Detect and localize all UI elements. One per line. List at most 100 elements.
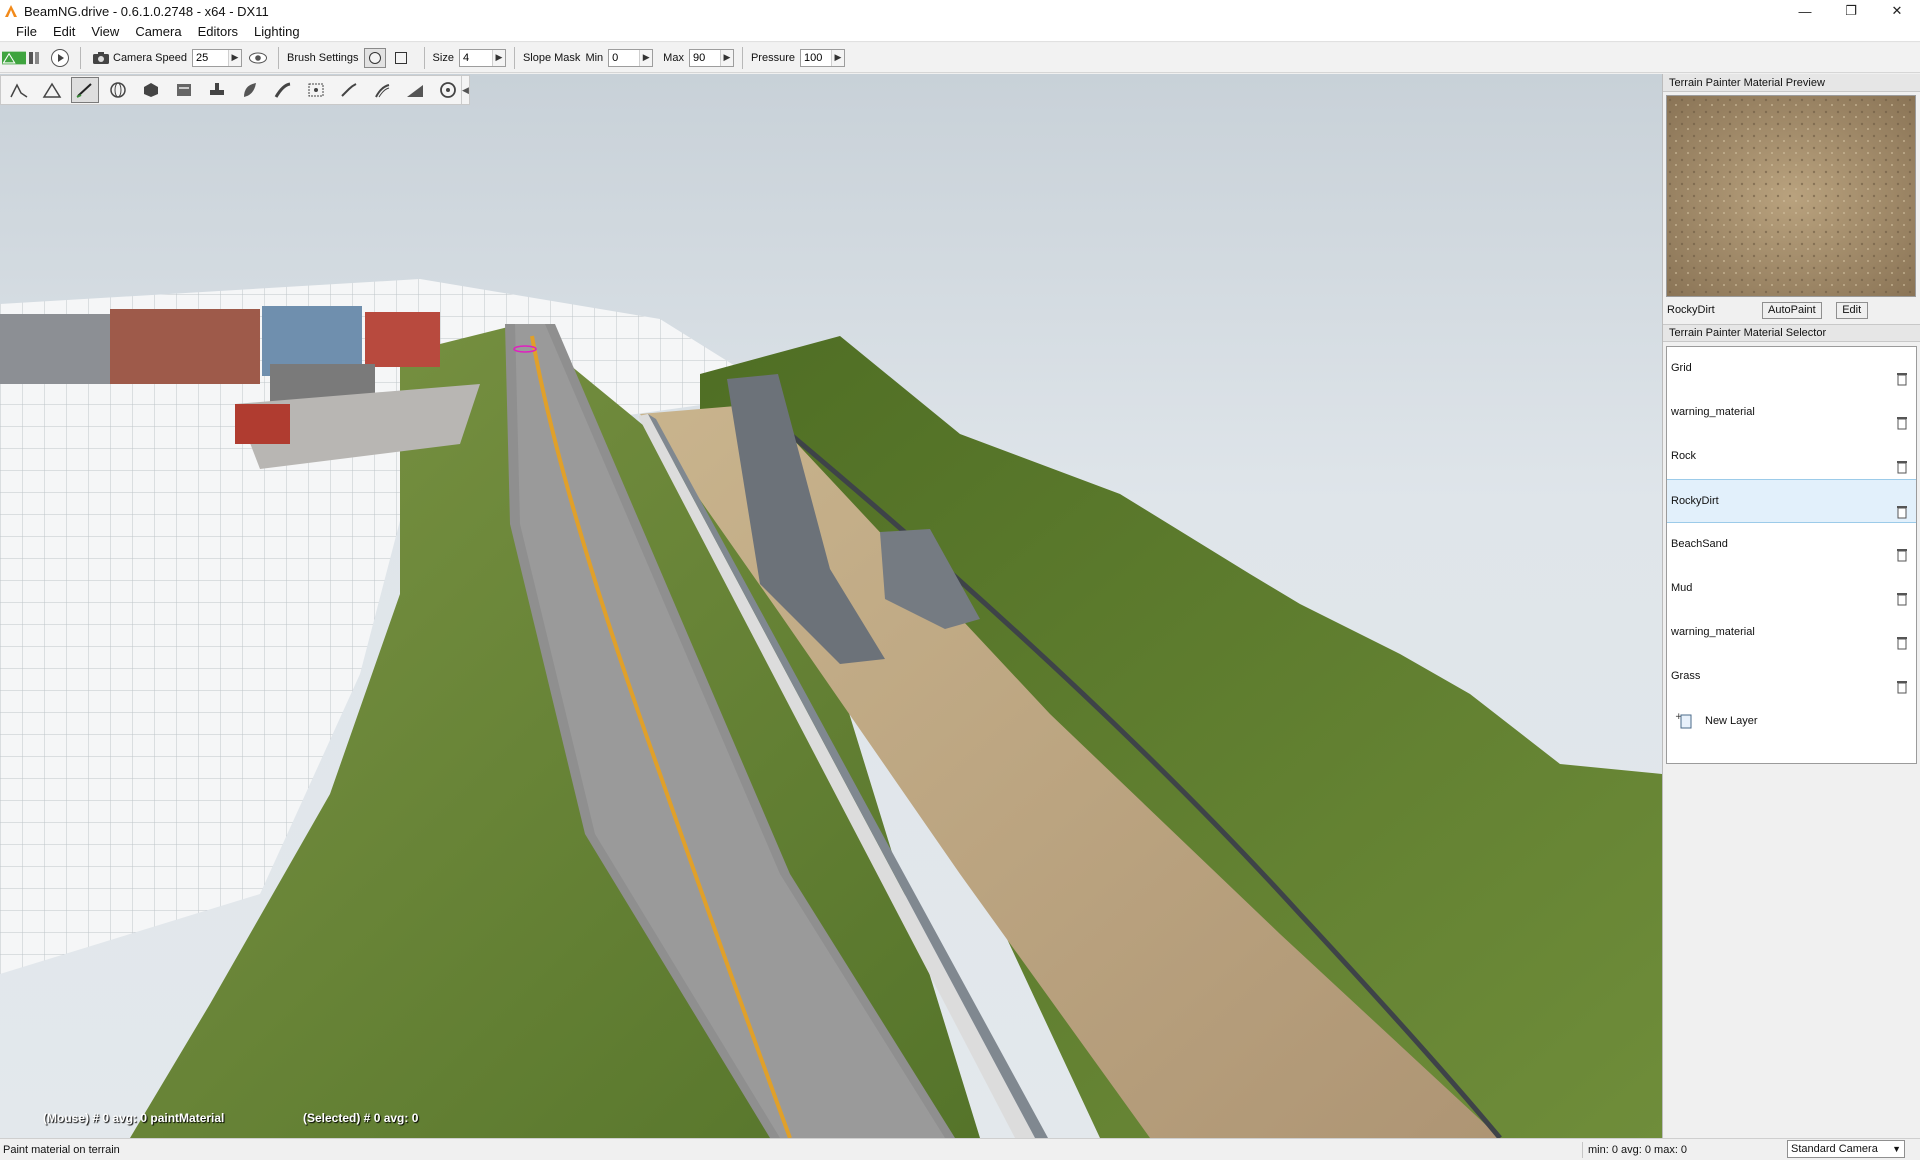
menu-camera[interactable]: Camera — [127, 24, 189, 39]
smooth-terrain-icon — [10, 83, 28, 98]
camera-mode-select[interactable]: Standard Camera ▼ — [1787, 1140, 1905, 1158]
tool-stamp[interactable] — [203, 77, 231, 103]
restore-button[interactable]: ❐ — [1828, 0, 1874, 22]
autopaint-button[interactable]: AutoPaint — [1762, 301, 1822, 319]
3d-viewport[interactable]: (Mouse) # 0 avg: 0 paintMaterial (Select… — [0, 74, 1662, 1138]
material-label: Mud — [1671, 582, 1693, 594]
camera-speed-input[interactable] — [193, 49, 228, 66]
camera-speed-arrow-icon[interactable]: ▶ — [228, 49, 241, 66]
pressure-arrow-icon[interactable]: ▶ — [830, 49, 844, 66]
material-preview-row: RockyDirt AutoPaint Edit — [1663, 299, 1920, 321]
material-row-warning-material-2[interactable]: warning_material — [1667, 611, 1916, 655]
menu-edit[interactable]: Edit — [45, 24, 83, 39]
minimize-button[interactable]: — — [1782, 0, 1828, 22]
new-layer-button[interactable]: + New Layer — [1667, 699, 1916, 743]
tool-forest[interactable] — [236, 77, 264, 103]
toolbar-divider — [80, 46, 81, 69]
material-row-rock[interactable]: Rock — [1667, 435, 1916, 479]
pressure-label: Pressure — [750, 51, 795, 64]
material-label: Rock — [1671, 450, 1697, 462]
material-row-grid[interactable]: Grid — [1667, 347, 1916, 391]
toolbar-divider — [278, 46, 279, 69]
brush-square-button[interactable] — [390, 48, 412, 68]
cube-icon — [144, 83, 158, 97]
material-row-mud[interactable]: Mud — [1667, 567, 1916, 611]
tool-object[interactable] — [137, 77, 165, 103]
tool-raise[interactable] — [38, 77, 66, 103]
raise-terrain-icon — [42, 82, 62, 98]
material-label: RockyDirt — [1671, 495, 1719, 507]
tool-ramp[interactable] — [401, 77, 429, 103]
size-arrow-icon[interactable]: ▶ — [491, 49, 505, 66]
trash-icon[interactable] — [1896, 460, 1908, 474]
slope-max-arrow-icon[interactable]: ▶ — [719, 49, 733, 66]
tool-mesh-road[interactable] — [302, 77, 330, 103]
trash-icon[interactable] — [1896, 416, 1908, 430]
menu-lighting[interactable]: Lighting — [246, 24, 308, 39]
tool-river[interactable] — [335, 77, 363, 103]
slope-max-input[interactable] — [689, 49, 720, 66]
mesh-select-icon — [308, 83, 324, 97]
tool-data[interactable] — [170, 77, 198, 103]
toggle-panels-icon[interactable] — [26, 47, 42, 69]
pressure-input[interactable] — [800, 49, 831, 66]
menu-file[interactable]: File — [8, 24, 45, 39]
terrain-scene — [0, 74, 1662, 1138]
trash-icon[interactable] — [1896, 505, 1908, 519]
river-icon — [341, 83, 357, 97]
paint-brush-icon — [76, 83, 92, 98]
material-selector-header: Terrain Painter Material Selector — [1663, 324, 1920, 342]
tool-paint-material[interactable] — [71, 77, 99, 103]
close-button[interactable]: ✕ — [1874, 0, 1920, 22]
window-controls: — ❐ ✕ — [1782, 0, 1920, 22]
material-label: Grass — [1671, 670, 1701, 682]
road-icon — [274, 82, 291, 98]
slope-min-spinner[interactable]: ▶ — [608, 48, 654, 67]
size-spinner[interactable]: ▶ — [458, 48, 506, 67]
square-brush-icon — [394, 51, 407, 64]
edit-material-button[interactable]: Edit — [1835, 301, 1868, 319]
brush-circle-button[interactable] — [363, 47, 386, 68]
camera-speed-spinner[interactable]: ▶ — [192, 48, 242, 67]
tool-smooth[interactable] — [5, 77, 33, 103]
tool-sphere[interactable] — [104, 77, 132, 103]
material-row-rockydirt[interactable]: RockyDirt — [1667, 479, 1916, 523]
slope-min-input[interactable] — [609, 49, 640, 66]
tool-decal[interactable] — [368, 77, 396, 103]
material-list: Grid warning_material Rock RockyDirt Bea… — [1666, 346, 1917, 764]
camera-icon[interactable] — [89, 47, 113, 69]
visibility-eye-icon[interactable] — [246, 47, 270, 69]
world-editor-icon[interactable] — [2, 47, 26, 69]
menu-bar: File Edit View Camera Editors Lighting — [0, 22, 1920, 42]
material-row-grass[interactable]: Grass — [1667, 655, 1916, 699]
trash-icon[interactable] — [1896, 372, 1908, 386]
toolbar-divider — [513, 46, 515, 69]
material-row-beachsand[interactable]: BeachSand — [1667, 523, 1916, 567]
palette-collapse-icon[interactable]: ◀ — [461, 76, 469, 104]
trash-icon[interactable] — [1896, 636, 1908, 650]
status-message: Paint material on terrain — [3, 1143, 120, 1156]
slope-min-label: Min — [585, 51, 604, 64]
pressure-spinner[interactable]: ▶ — [799, 48, 845, 67]
app-window: BeamNG.drive - 0.6.1.0.2748 - x64 - DX11… — [0, 0, 1920, 1160]
trash-icon[interactable] — [1896, 592, 1908, 606]
leaf-icon — [244, 83, 256, 97]
brush-settings-label: Brush Settings — [287, 51, 359, 64]
trash-icon[interactable] — [1896, 548, 1908, 562]
size-label: Size — [432, 51, 454, 64]
menu-editors[interactable]: Editors — [190, 24, 246, 39]
tool-vehicle[interactable] — [434, 77, 462, 103]
terrain-tool-palette: ◀ — [0, 75, 470, 105]
trash-icon[interactable] — [1896, 680, 1908, 694]
preview-material-name: RockyDirt — [1667, 304, 1715, 316]
menu-view[interactable]: View — [83, 24, 127, 39]
slope-max-spinner[interactable]: ▶ — [688, 48, 734, 67]
toolbar-divider — [741, 46, 743, 69]
material-row-warning-material[interactable]: warning_material — [1667, 391, 1916, 435]
play-icon[interactable] — [48, 47, 72, 69]
new-layer-label: New Layer — [1705, 715, 1758, 727]
tool-road[interactable] — [269, 77, 297, 103]
globe-icon — [110, 82, 126, 98]
slope-min-arrow-icon[interactable]: ▶ — [639, 49, 653, 66]
size-input[interactable] — [459, 49, 492, 66]
